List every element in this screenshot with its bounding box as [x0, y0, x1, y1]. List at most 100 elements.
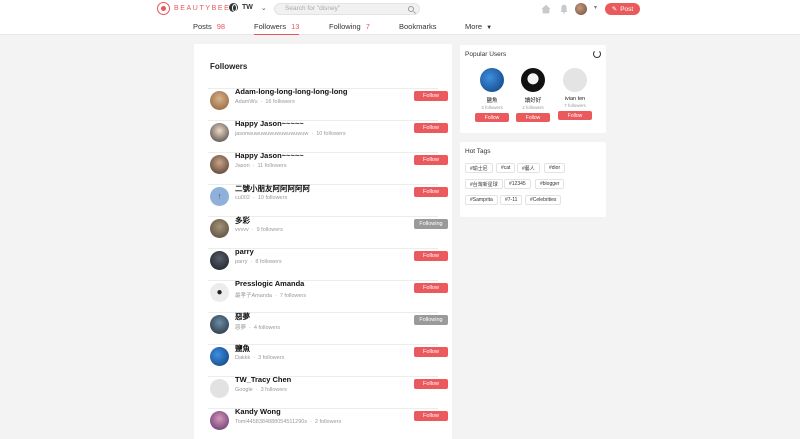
follower-count: 10 followers	[257, 195, 288, 201]
region-selector[interactable]: TW ⌄	[229, 3, 267, 12]
avatar[interactable]	[210, 347, 229, 366]
bell-icon[interactable]	[560, 4, 568, 14]
follower-name[interactable]: Adam-long-long-long-long-long	[235, 87, 347, 96]
avatar[interactable]	[521, 68, 545, 92]
follower-count: 4 followers	[253, 325, 281, 331]
tag-chip[interactable]: #Celebrities	[525, 195, 562, 205]
tag-chip[interactable]: #瑜士尼	[465, 163, 493, 173]
following-button[interactable]: Following	[414, 315, 448, 325]
avatar[interactable]	[210, 219, 229, 238]
hot-tags-card: Hot Tags #瑜士尼 #cat #藝人 #dior #台灣新星球 #123…	[460, 142, 606, 217]
follower-meta: parry · 8 followers	[235, 259, 282, 265]
list-item: ↑ 二號小朋友阿阿阿阿阿 cu002 · 10 followers Follow	[208, 183, 448, 216]
follower-meta: Jason · 11 followers	[235, 163, 287, 169]
following-button[interactable]: Following	[414, 219, 448, 229]
popular-user-name[interactable]: 鹽魚	[471, 96, 513, 104]
follow-button[interactable]: Follow	[414, 155, 448, 165]
avatar[interactable]	[210, 123, 229, 142]
popular-user-name[interactable]: 讀好好	[512, 96, 554, 104]
tag-chip[interactable]: #cat	[496, 163, 516, 173]
popular-user-name[interactable]: ivian ten	[554, 96, 596, 102]
post-button[interactable]: ✎ Post	[605, 3, 640, 15]
follow-button[interactable]: Follow	[414, 187, 448, 197]
follower-count: 11 followers	[257, 163, 287, 169]
caret-down-icon: ▼	[486, 25, 493, 31]
tab-bookmarks[interactable]: Bookmarks	[399, 22, 437, 35]
tag-chip[interactable]: #Samprita	[465, 195, 498, 205]
follower-name[interactable]: TW_Tracy Chen	[235, 375, 291, 384]
popular-user: ivian ten 7 followers Follow	[554, 68, 596, 120]
follower-handle: 惡夢	[235, 325, 247, 331]
follower-count: 10 followers	[316, 131, 346, 137]
search-icon[interactable]	[408, 6, 414, 12]
list-item: 鹽魚 Dakkk · 3 followers Follow	[208, 343, 448, 376]
search-input[interactable]: Search for "disney"	[274, 3, 420, 15]
follower-handle: Dakkk	[235, 355, 251, 361]
follower-name[interactable]: parry	[235, 247, 254, 256]
follower-name[interactable]: Happy Jason~~~~~	[235, 151, 304, 160]
follower-name[interactable]: 鹽魚	[235, 343, 250, 354]
follow-button[interactable]: Follow	[414, 251, 448, 261]
follower-handle: cu002	[235, 195, 250, 201]
tab-posts[interactable]: Posts 98	[193, 22, 225, 35]
tab-count: 98	[216, 22, 226, 31]
follower-meta: Tomi4458384888054511290s · 2 followers	[235, 419, 342, 425]
refresh-icon[interactable]	[593, 50, 601, 58]
follower-count: 3 followers	[260, 387, 287, 393]
avatar[interactable]: ●	[210, 283, 229, 302]
card-title: Hot Tags	[465, 148, 491, 155]
follower-name[interactable]: 惡夢	[235, 311, 250, 322]
tag-chip[interactable]: #blogger	[535, 179, 565, 189]
tab-following[interactable]: Following 7	[329, 22, 370, 35]
avatar[interactable]	[210, 91, 229, 110]
follow-button[interactable]: Follow	[414, 123, 448, 133]
avatar[interactable]	[210, 155, 229, 174]
follower-count: 3 followers	[258, 355, 285, 361]
follower-name[interactable]: 多彩	[235, 215, 250, 226]
follower-name[interactable]: Presslogic Amanda	[235, 279, 304, 288]
tab-followers[interactable]: Followers 13	[254, 22, 300, 35]
follow-button[interactable]: Follow	[516, 113, 550, 122]
list-item: ● Presslogic Amanda 最孝子Amanda · 7 follower…	[208, 279, 448, 312]
follower-name[interactable]: Kandy Wong	[235, 407, 281, 416]
follower-name[interactable]: Happy Jason~~~~~	[235, 119, 304, 128]
card-title: Popular Users	[465, 51, 507, 58]
follower-count: 7 followers	[279, 293, 307, 299]
tab-more[interactable]: More ▼	[465, 22, 492, 35]
avatar[interactable]	[210, 411, 229, 430]
follower-meta: Google · 3 followers	[235, 387, 287, 393]
brand-logo[interactable]: BEAUTYBEE	[157, 2, 230, 15]
chevron-down-icon[interactable]: ▾	[594, 4, 597, 11]
follower-handle: Tomi4458384888054511290s	[235, 419, 308, 425]
avatar[interactable]	[210, 315, 229, 334]
avatar[interactable]	[563, 68, 587, 92]
tab-label: Following	[329, 22, 361, 31]
tag-chip[interactable]: #12345	[504, 179, 531, 189]
popular-user-followers: 2 followers	[522, 105, 544, 110]
panel-title: Followers	[210, 62, 248, 71]
avatar[interactable]: ↑	[210, 187, 229, 206]
tab-label: More	[465, 22, 483, 31]
follow-button[interactable]: Follow	[414, 411, 448, 421]
follower-name[interactable]: 二號小朋友阿阿阿阿阿	[235, 183, 310, 194]
follow-button[interactable]: Follow	[414, 379, 448, 389]
list-item: TW_Tracy Chen Google · 3 followers Follow	[208, 375, 448, 408]
follow-button[interactable]: Follow	[414, 347, 448, 357]
avatar[interactable]	[210, 379, 229, 398]
popular-user-followers: 3 followers	[481, 105, 503, 110]
follow-button[interactable]: Follow	[475, 113, 509, 122]
follower-meta: jasonwuwuwuwuwuwuwuwuw · 10 followers	[235, 131, 346, 137]
tag-chip[interactable]: #7-11	[500, 195, 523, 205]
follower-meta: 惡夢 · 4 followers	[235, 325, 281, 331]
home-icon[interactable]	[541, 4, 551, 14]
tag-chip[interactable]: #台灣新星球	[465, 179, 503, 189]
tag-chip[interactable]: #藝人	[517, 163, 540, 173]
user-avatar[interactable]	[575, 3, 587, 15]
avatar[interactable]	[210, 251, 229, 270]
follow-button[interactable]: Follow	[558, 111, 592, 120]
tag-chip[interactable]: #dior	[544, 163, 566, 173]
follower-handle: Jason	[235, 163, 250, 169]
follow-button[interactable]: Follow	[414, 283, 448, 293]
follow-button[interactable]: Follow	[414, 91, 448, 101]
avatar[interactable]	[480, 68, 504, 92]
